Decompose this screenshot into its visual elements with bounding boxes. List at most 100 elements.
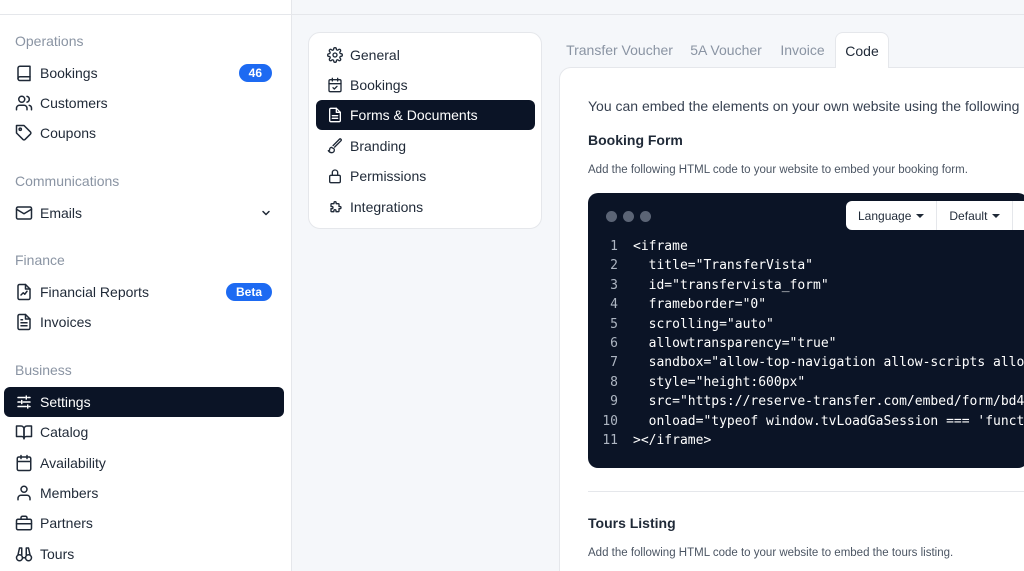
submenu-item-branding[interactable]: Branding [316, 131, 535, 161]
submenu-item-bookings[interactable]: Bookings [316, 70, 535, 100]
window-dot [606, 211, 617, 222]
chevron-down-icon[interactable] [260, 207, 272, 219]
section-title-business: Business [15, 362, 72, 378]
submenu-item-integrations[interactable]: Integrations [316, 192, 535, 222]
window-dot [623, 211, 634, 222]
sidebar: Operations Bookings 46 Customers Coupons… [0, 0, 292, 571]
sidebar-item-members[interactable]: Members [4, 478, 284, 508]
sidebar-item-label: Emails [40, 205, 83, 221]
code-toolbar: Language Default [846, 201, 1024, 230]
line-number: 7 [610, 355, 618, 371]
sidebar-item-label: Customers [40, 95, 108, 111]
code-line: 9 src="https://reserve-transfer.com/embe… [588, 392, 1024, 411]
line-number: 1 [610, 239, 618, 254]
tab-code[interactable]: Code [835, 32, 889, 68]
theme-dropdown-label: Default [949, 208, 988, 223]
tours-listing-heading: Tours Listing [588, 515, 676, 531]
caret-down-icon [916, 213, 925, 218]
mail-icon [15, 204, 33, 222]
sidebar-item-label: Catalog [40, 424, 89, 440]
beta-badge: Beta [225, 283, 272, 301]
code-line: 7 sandbox="allow-top-navigation allow-sc… [588, 353, 1024, 372]
section-title-communications: Communications [15, 173, 120, 189]
puzzle-icon [327, 199, 343, 215]
binoculars-icon [15, 545, 33, 563]
caret-down-icon [992, 213, 1001, 218]
code-text: <iframe [633, 239, 688, 254]
code-text: allowtransparency="true" [633, 336, 837, 352]
lock-icon [327, 168, 343, 184]
user-icon [15, 484, 33, 502]
line-number: 3 [610, 277, 618, 293]
code-text: ></iframe> [633, 433, 712, 449]
window-dots [606, 211, 651, 222]
sidebar-item-customers[interactable]: Customers [4, 88, 284, 118]
booking-form-description: Add the following HTML code to your webs… [588, 164, 968, 176]
calendar-check-icon [327, 77, 343, 93]
submenu-item-label: Branding [350, 138, 407, 154]
submenu-item-permissions[interactable]: Permissions [316, 161, 535, 191]
submenu-item-label: Bookings [350, 77, 408, 93]
submenu-item-label: Integrations [350, 199, 424, 215]
tab-invoice[interactable]: Invoice [775, 32, 830, 68]
sidebar-item-financial-reports[interactable]: Financial Reports Beta [4, 277, 284, 307]
sidebar-item-label: Partners [40, 515, 93, 531]
submenu-item-label: General [350, 47, 400, 63]
gear-icon [327, 47, 343, 63]
sidebar-item-label: Coupons [40, 125, 97, 141]
line-number: 10 [602, 413, 618, 429]
sliders-icon [15, 393, 33, 411]
sidebar-item-bookings[interactable]: Bookings 46 [4, 58, 284, 88]
line-number: 6 [610, 336, 618, 352]
settings-submenu: General Bookings Forms & Documents Brand… [308, 32, 542, 229]
sidebar-item-catalog[interactable]: Catalog [4, 417, 284, 447]
booking-form-heading: Booking Form [588, 132, 683, 148]
sidebar-item-coupons[interactable]: Coupons [4, 118, 284, 148]
line-number: 4 [610, 297, 618, 313]
code-lines: 1 <iframe 2 title="TransferVista" 3 id="tra… [588, 237, 1024, 450]
sidebar-item-emails[interactable]: Emails [4, 198, 284, 228]
code-text: src="https://reserve-transfer.com/embed/… [633, 394, 1024, 410]
section-divider [588, 491, 1024, 492]
code-text: onload="typeof window.tvLoadGaSession ==… [633, 413, 1024, 429]
code-text: sandbox="allow-top-navigation allow-scri… [633, 355, 1024, 371]
code-line: 10 onload="typeof window.tvLoadGaSession… [588, 412, 1024, 431]
tab-5a-voucher[interactable]: 5A Voucher [686, 32, 766, 68]
tab-transfer-voucher[interactable]: Transfer Voucher [562, 32, 677, 68]
code-line: 5 scrolling="auto" [588, 315, 1024, 334]
section-title-operations: Operations [15, 33, 84, 49]
submenu-item-label: Forms & Documents [350, 107, 478, 123]
embed-intro-text: You can embed the elements on your own w… [588, 98, 1024, 114]
submenu-item-forms-documents[interactable]: Forms & Documents [316, 100, 535, 130]
sidebar-item-invoices[interactable]: Invoices [4, 307, 284, 337]
sidebar-item-tours[interactable]: Tours [4, 539, 284, 569]
file-text-icon [15, 313, 33, 331]
sidebar-item-availability[interactable]: Availability [4, 448, 284, 478]
code-line: 3 id="transfervista_form" [588, 276, 1024, 295]
theme-dropdown[interactable]: Default [937, 201, 1014, 230]
document-icon [327, 107, 343, 123]
language-dropdown[interactable]: Language [846, 201, 938, 230]
sidebar-item-label: Availability [40, 455, 106, 471]
code-line: 11 ></iframe> [588, 431, 1024, 450]
sidebar-item-label: Settings [40, 394, 91, 410]
sidebar-item-partners[interactable]: Partners [4, 508, 284, 538]
open-book-icon [15, 423, 33, 441]
window-dot [640, 211, 651, 222]
chart-file-icon [15, 283, 33, 301]
line-number: 11 [602, 433, 618, 449]
sidebar-divider [0, 14, 292, 15]
line-number: 2 [610, 258, 618, 274]
sidebar-item-label: Invoices [40, 314, 92, 330]
brush-icon [327, 138, 343, 154]
copy-button[interactable] [1013, 201, 1024, 230]
tours-listing-description: Add the following HTML code to your webs… [588, 547, 954, 559]
code-line: 4 frameborder="0" [588, 295, 1024, 314]
calendar-icon [15, 454, 33, 472]
submenu-item-general[interactable]: General [316, 40, 535, 70]
code-line: 6 allowtransparency="true" [588, 334, 1024, 353]
code-line: 1 <iframe [588, 237, 1024, 256]
header-divider [292, 14, 1024, 15]
sidebar-item-settings[interactable]: Settings [4, 387, 284, 417]
tag-icon [15, 124, 33, 142]
